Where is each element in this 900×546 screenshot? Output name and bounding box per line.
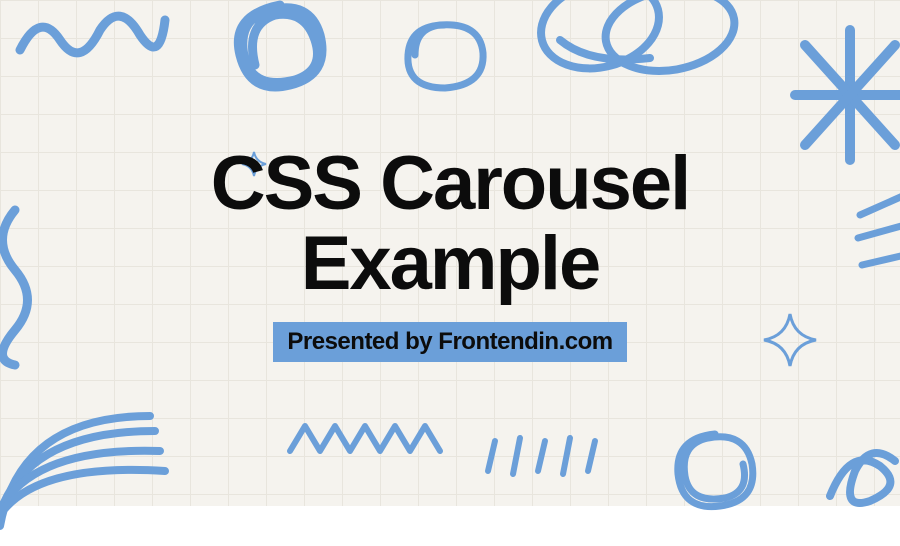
- slide-content: CSS Carousel Example Presented by Fronte…: [0, 0, 900, 506]
- slide-title: CSS Carousel Example: [80, 144, 820, 304]
- slide-subtitle: Presented by Frontendin.com: [287, 328, 612, 356]
- subtitle-highlight-box: Presented by Frontendin.com: [273, 322, 626, 362]
